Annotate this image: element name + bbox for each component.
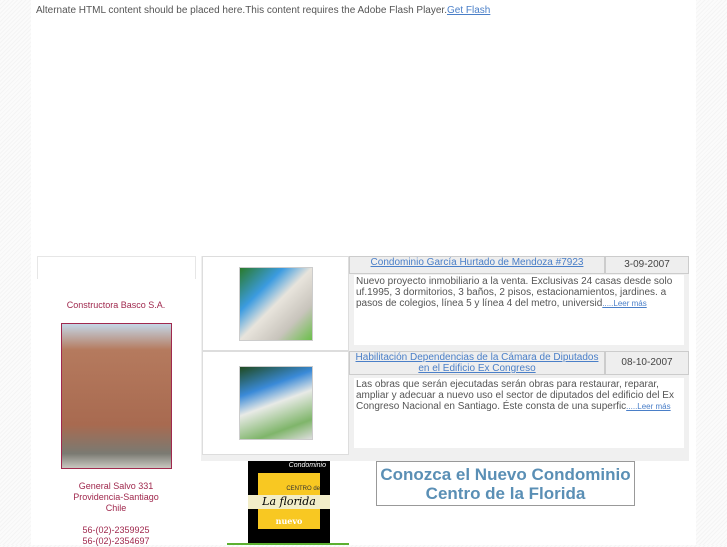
news-date: 3-09-2007 xyxy=(605,256,689,274)
thumb-cell xyxy=(202,256,349,351)
news-title-link[interactable]: Habilitación Dependencias de la Cámara d… xyxy=(349,351,605,375)
promo-banner: Condominio CENTRO de La florida nuevo Co… xyxy=(201,461,681,545)
news-date: 08-10-2007 xyxy=(605,351,689,375)
logo-name: La florida xyxy=(248,495,330,509)
company-info: Constructora Basco S.A. General Salvo 33… xyxy=(31,300,201,547)
thumb-cell xyxy=(202,351,349,455)
flash-notice: Alternate HTML content should be placed … xyxy=(36,5,490,16)
phone: 56-(02)-2354697 xyxy=(82,536,150,546)
logo-top: Condominio xyxy=(288,462,326,469)
news-thumbnail[interactable] xyxy=(239,267,313,341)
logo-mid: CENTRO de xyxy=(286,486,320,492)
condominio-cta[interactable]: Conozca el Nuevo Condominio Centro de la… xyxy=(376,461,635,506)
phone: 56-(02)-2359925 xyxy=(82,525,150,535)
flash-text: Alternate HTML content should be placed … xyxy=(36,5,447,16)
address-line: General Salvo 331 xyxy=(78,481,154,491)
read-more-link[interactable]: .....Leer más xyxy=(626,402,670,411)
sidebar-tab xyxy=(37,256,196,279)
read-more-link[interactable]: .....Leer más xyxy=(602,299,646,308)
florida-logo[interactable]: Condominio CENTRO de La florida nuevo xyxy=(248,461,330,545)
page: Alternate HTML content should be placed … xyxy=(31,0,696,547)
news-list: Condominio García Hurtado de Mendoza #79… xyxy=(201,256,689,461)
news-thumbnail[interactable] xyxy=(239,366,313,440)
address-line: Providencia-Santiago xyxy=(73,492,159,502)
address-line: Chile xyxy=(105,503,127,513)
news-title-link[interactable]: Condominio García Hurtado de Mendoza #79… xyxy=(349,256,605,274)
news-body: Las obras que serán ejecutadas serán obr… xyxy=(354,378,684,448)
company-name: Constructora Basco S.A. xyxy=(66,300,166,310)
news-body: Nuevo proyecto inmobiliario a la venta. … xyxy=(354,275,684,345)
logo-bottom: nuevo xyxy=(275,516,303,526)
get-flash-link[interactable]: Get Flash xyxy=(447,5,490,16)
building-photo xyxy=(60,323,172,469)
